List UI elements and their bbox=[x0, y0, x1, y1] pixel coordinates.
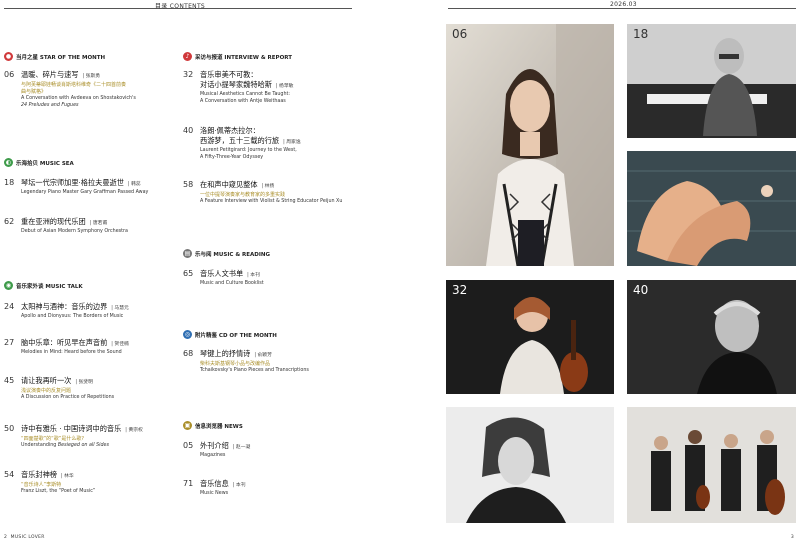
page-number-06: 06 bbox=[452, 27, 468, 41]
page-number-58: 58 bbox=[627, 410, 790, 424]
disc-icon: ◎ bbox=[183, 330, 192, 339]
shell-icon: ◐ bbox=[4, 158, 13, 167]
photo-32-violinist[interactable]: 32 bbox=[446, 280, 614, 394]
section-reading: ▤ 乐与阅 MUSIC & READING bbox=[183, 249, 271, 258]
photo-24-mushroom[interactable]: 24 bbox=[627, 151, 796, 266]
book-icon: ▤ bbox=[183, 249, 192, 258]
right-page: 2026.03 06 18 32 40 3 bbox=[400, 0, 800, 543]
section-interview: ♪ 采访与报道 INTERVIEW & REPORT bbox=[183, 52, 292, 61]
violinist-illustration bbox=[446, 280, 614, 394]
photo-54-liszt[interactable]: 54 bbox=[446, 407, 614, 523]
right-folio: 3 bbox=[790, 535, 794, 540]
page-number-40: 40 bbox=[633, 283, 649, 297]
liszt-illustration bbox=[446, 407, 614, 523]
page-number-18: 18 bbox=[633, 27, 649, 41]
composer-illustration bbox=[627, 280, 796, 394]
section-cd: ◎ 附片精鉴 CD OF THE MONTH bbox=[183, 330, 277, 339]
section-news: ▣ 信息浏览器 NEWS bbox=[183, 421, 243, 430]
microphone-icon: ♪ bbox=[183, 52, 192, 61]
chat-icon: ◉ bbox=[4, 281, 13, 290]
section-sea: ◐ 乐海拾贝 MUSIC SEA bbox=[4, 158, 74, 167]
issue-date: 2026.03 bbox=[610, 1, 637, 8]
photo-18-pianist[interactable]: 18 bbox=[627, 24, 796, 138]
page-number-32: 32 bbox=[452, 283, 468, 297]
newspaper-icon: ▣ bbox=[183, 421, 192, 430]
page-number-54: 54 bbox=[446, 410, 608, 424]
section-talk: ◉ 音乐家外谈 MUSIC TALK bbox=[4, 281, 83, 290]
photo-58-string-quartet[interactable]: 58 bbox=[627, 407, 796, 523]
person-icon: ● bbox=[4, 52, 13, 61]
contents-title: 目录 CONTENTS bbox=[155, 3, 206, 10]
pianist-illustration bbox=[627, 24, 796, 138]
left-page: 目录 CONTENTS ● 当月之星 STAR OF THE MONTH 06 … bbox=[0, 0, 400, 543]
header-rule-right bbox=[448, 8, 796, 9]
section-star: ● 当月之星 STAR OF THE MONTH bbox=[4, 52, 106, 61]
photo-06-violinist-portrait[interactable]: 06 bbox=[446, 24, 614, 266]
left-folio: 2 MUSIC LOVER bbox=[4, 535, 45, 540]
quartet-illustration bbox=[627, 407, 796, 523]
photo-40-composer[interactable]: 40 bbox=[627, 280, 796, 394]
portrait-illustration bbox=[446, 24, 614, 266]
page-number-24: 24 bbox=[627, 249, 790, 263]
